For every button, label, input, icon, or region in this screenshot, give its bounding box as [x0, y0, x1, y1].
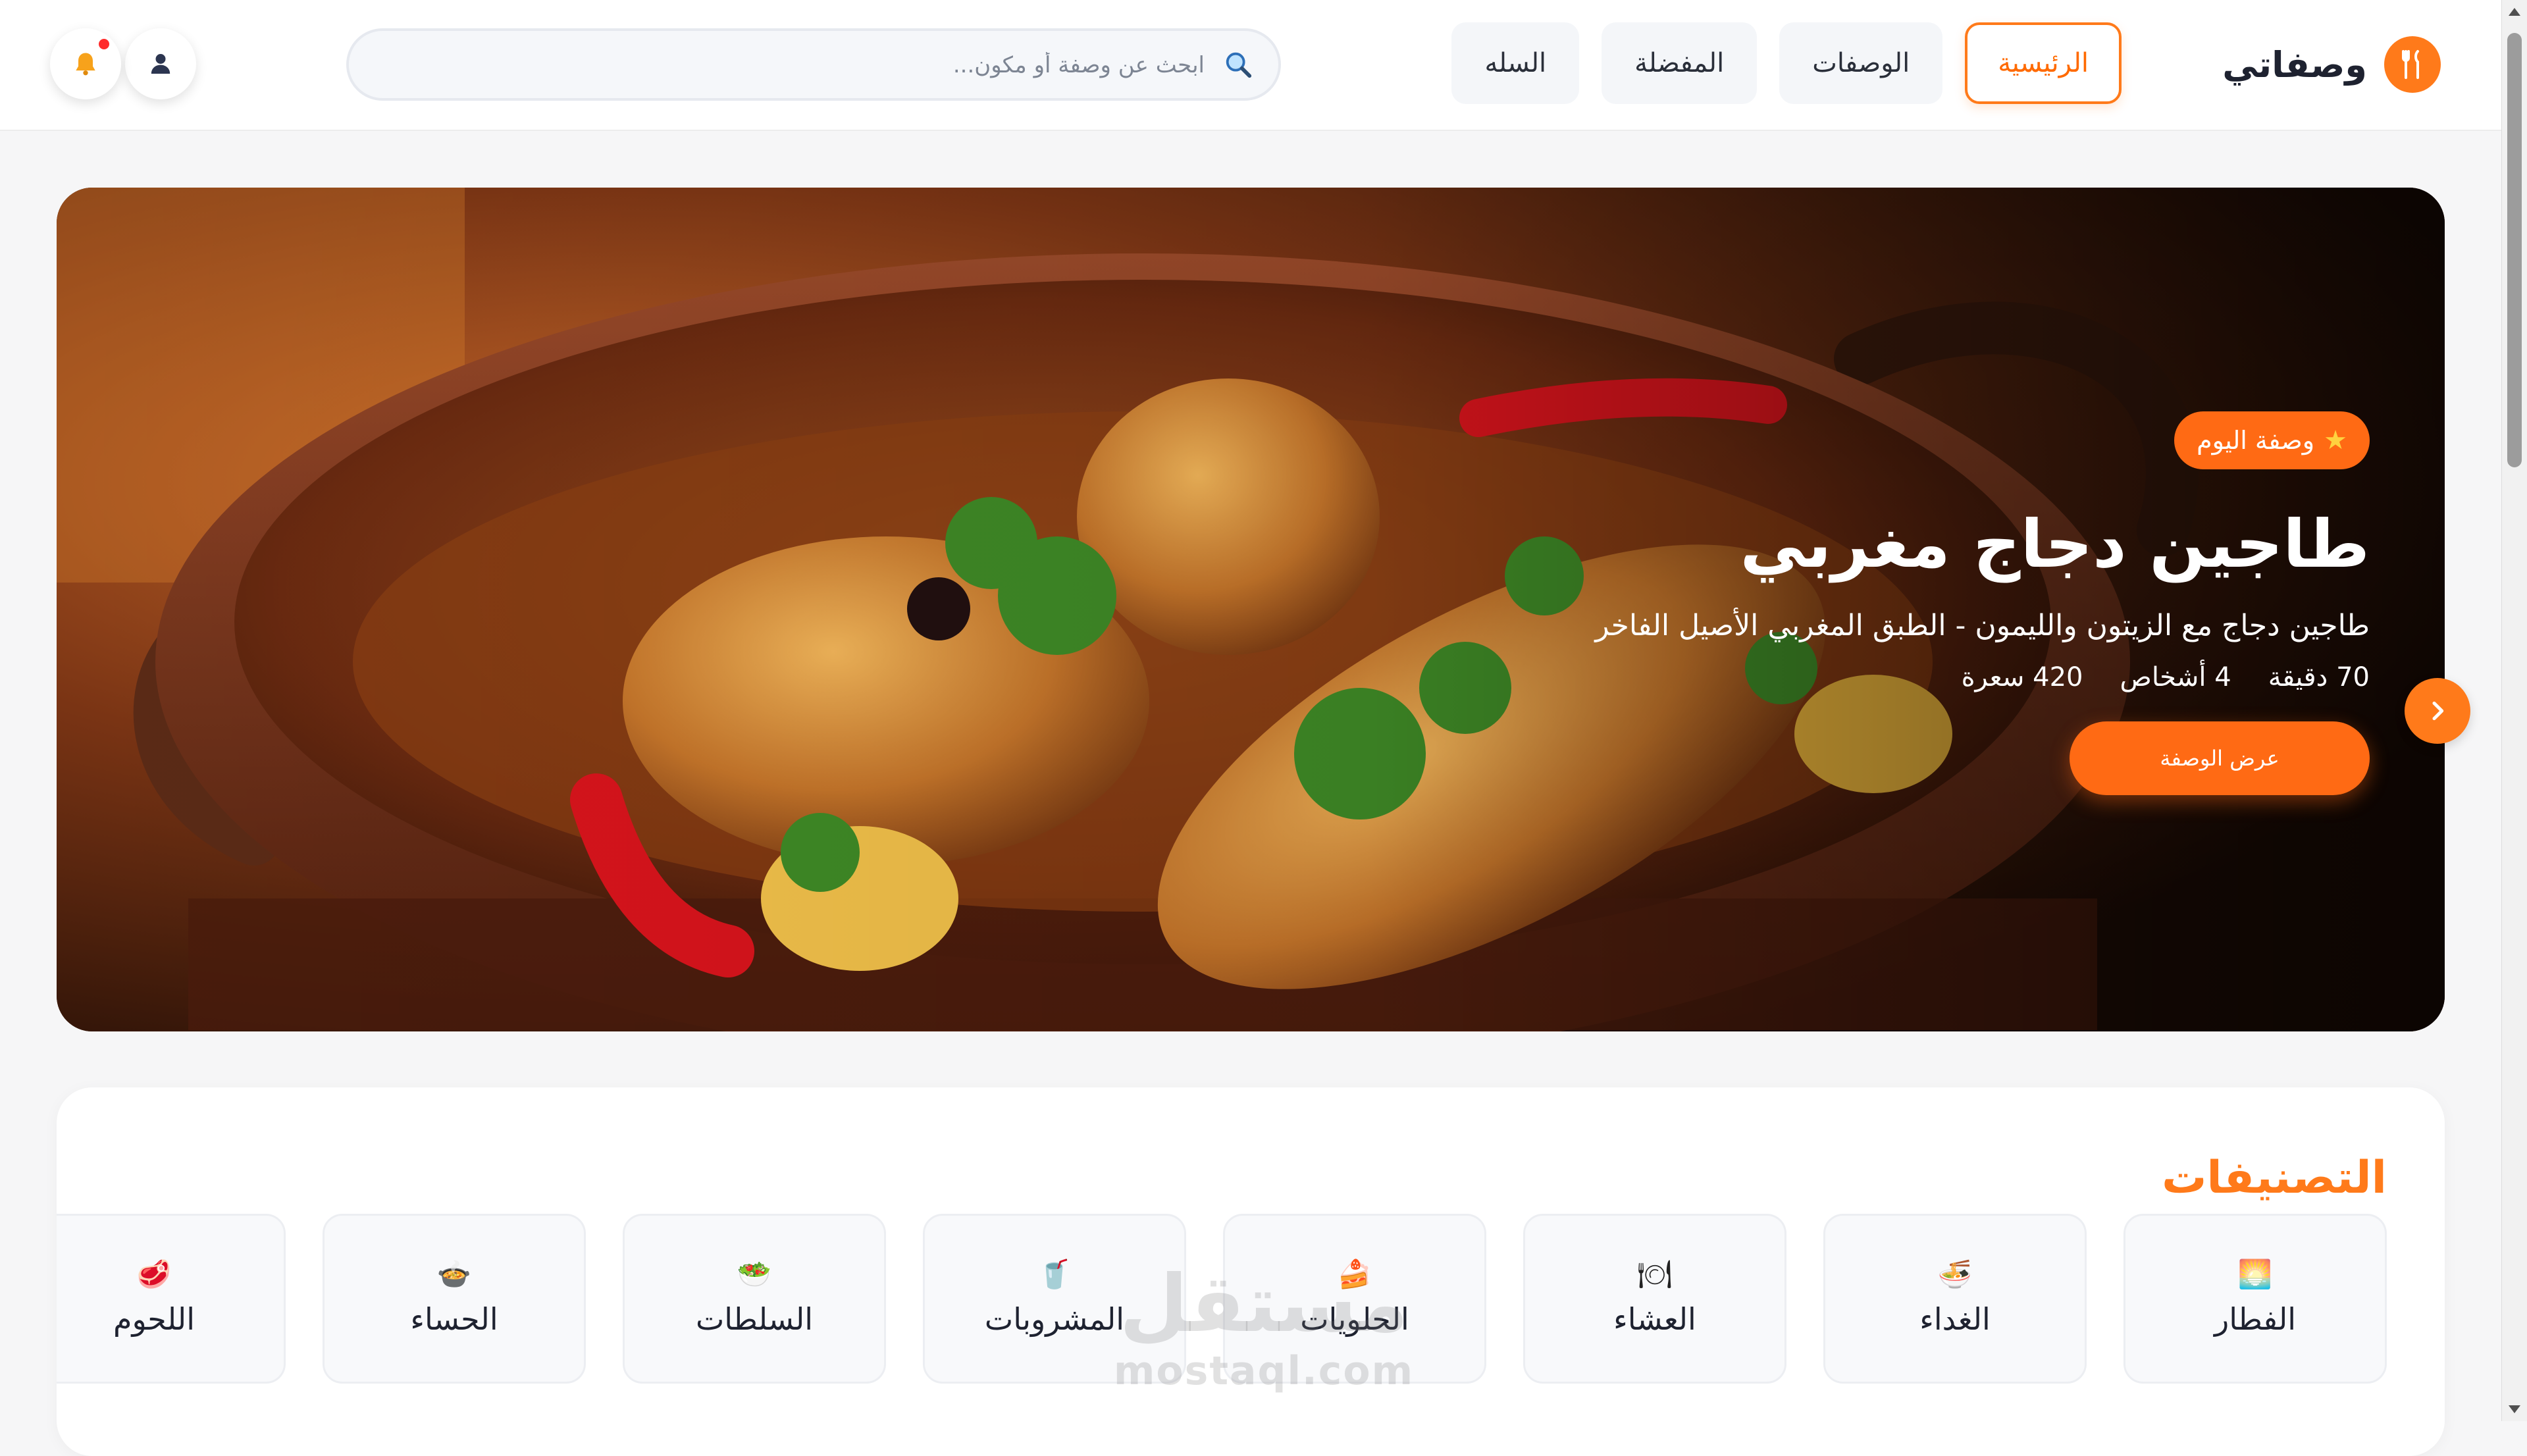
star-icon: ★ [2324, 425, 2347, 455]
search-bar [346, 28, 1281, 101]
bell-icon [76, 53, 95, 76]
user-icon [151, 54, 170, 74]
notifications-button[interactable] [50, 28, 121, 99]
brand-logo[interactable]: وصفاتي [2222, 33, 2441, 96]
soup-pot-icon: 🍲 [436, 1258, 472, 1290]
recipe-of-day-badge: ★ وصفة اليوم [2174, 411, 2370, 469]
scrollbar-thumb[interactable] [2507, 33, 2522, 467]
search-icon[interactable] [1223, 49, 1253, 80]
main-nav: الرئيسية الوصفات المفضلة السله [1451, 22, 2122, 104]
search-input[interactable] [413, 43, 1206, 88]
top-navbar: وصفاتي الرئيسية الوصفات المفضلة السله [0, 0, 2501, 131]
meat-icon: 🥩 [136, 1258, 172, 1290]
page-scrollbar[interactable] [2501, 0, 2527, 1421]
nav-home[interactable]: الرئيسية [1965, 22, 2122, 104]
scroll-up-arrow-icon[interactable] [2509, 8, 2520, 16]
nav-favorites[interactable]: المفضلة [1602, 22, 1758, 104]
hero-banner: ★ وصفة اليوم طاجين دجاج مغربي طاجين دجاج… [57, 188, 2445, 1031]
nav-cart[interactable]: السله [1451, 22, 1580, 104]
hero-title: طاجين دجاج مغربي [1740, 506, 2370, 583]
servings: 4 أشخاص [2120, 662, 2231, 692]
chevron-right-icon [2432, 701, 2444, 721]
noodle-bowl-icon: 🍜 [1937, 1258, 1973, 1290]
categories-title: التصنيفات [2162, 1152, 2387, 1204]
nav-recipes[interactable]: الوصفات [1779, 22, 1943, 104]
slider-next-button[interactable] [2405, 678, 2470, 744]
utensils-icon [2384, 36, 2441, 93]
category-label: العشاء [1613, 1301, 1696, 1337]
category-label: الغداء [1919, 1301, 1991, 1337]
category-label: الحساء [410, 1301, 498, 1337]
category-dinner[interactable]: 🍽 العشاء [1523, 1214, 1786, 1384]
badge-label: وصفة اليوم [2197, 426, 2315, 455]
category-salads[interactable]: 🥗 السلطات [623, 1214, 886, 1384]
watermark-latin: mostaql.com [1113, 1348, 1415, 1394]
category-lunch[interactable]: 🍜 الغداء [1823, 1214, 2087, 1384]
drink-cup-icon: 🥤 [1037, 1258, 1072, 1290]
watermark-arabic: مستقل [1119, 1259, 1409, 1350]
watermark: مستقل mostaql.com [1109, 1259, 1419, 1395]
brand-name: وصفاتي [2222, 43, 2367, 86]
category-meats[interactable]: 🥩 اللحوم [57, 1214, 286, 1384]
hero-description: طاجين دجاج مع الزيتون والليمون - الطبق ا… [1595, 609, 2370, 642]
category-label: اللحوم [113, 1301, 195, 1337]
category-label: السلطات [695, 1301, 814, 1337]
category-soups[interactable]: 🍲 الحساء [323, 1214, 586, 1384]
category-breakfast[interactable]: 🌅 الفطار [2123, 1214, 2387, 1384]
notification-dot [99, 39, 109, 49]
category-label: الفطار [2214, 1301, 2297, 1337]
hero-content: ★ وصفة اليوم طاجين دجاج مغربي طاجين دجاج… [1316, 411, 2370, 795]
scroll-down-arrow-icon[interactable] [2509, 1405, 2520, 1413]
recipe-meta: 70 دقيقة 4 أشخاص 420 سعرة [1316, 662, 2370, 692]
view-recipe-button[interactable]: عرض الوصفة [2070, 721, 2370, 795]
plate-icon: 🍽 [1637, 1258, 1673, 1290]
salad-icon: 🥗 [737, 1258, 772, 1290]
calories: 420 سعرة [1961, 662, 2083, 692]
cook-time: 70 دقيقة [2268, 662, 2370, 692]
category-label: المشروبات [984, 1301, 1125, 1337]
sunrise-icon: 🌅 [2237, 1258, 2273, 1290]
profile-button[interactable] [125, 28, 196, 99]
